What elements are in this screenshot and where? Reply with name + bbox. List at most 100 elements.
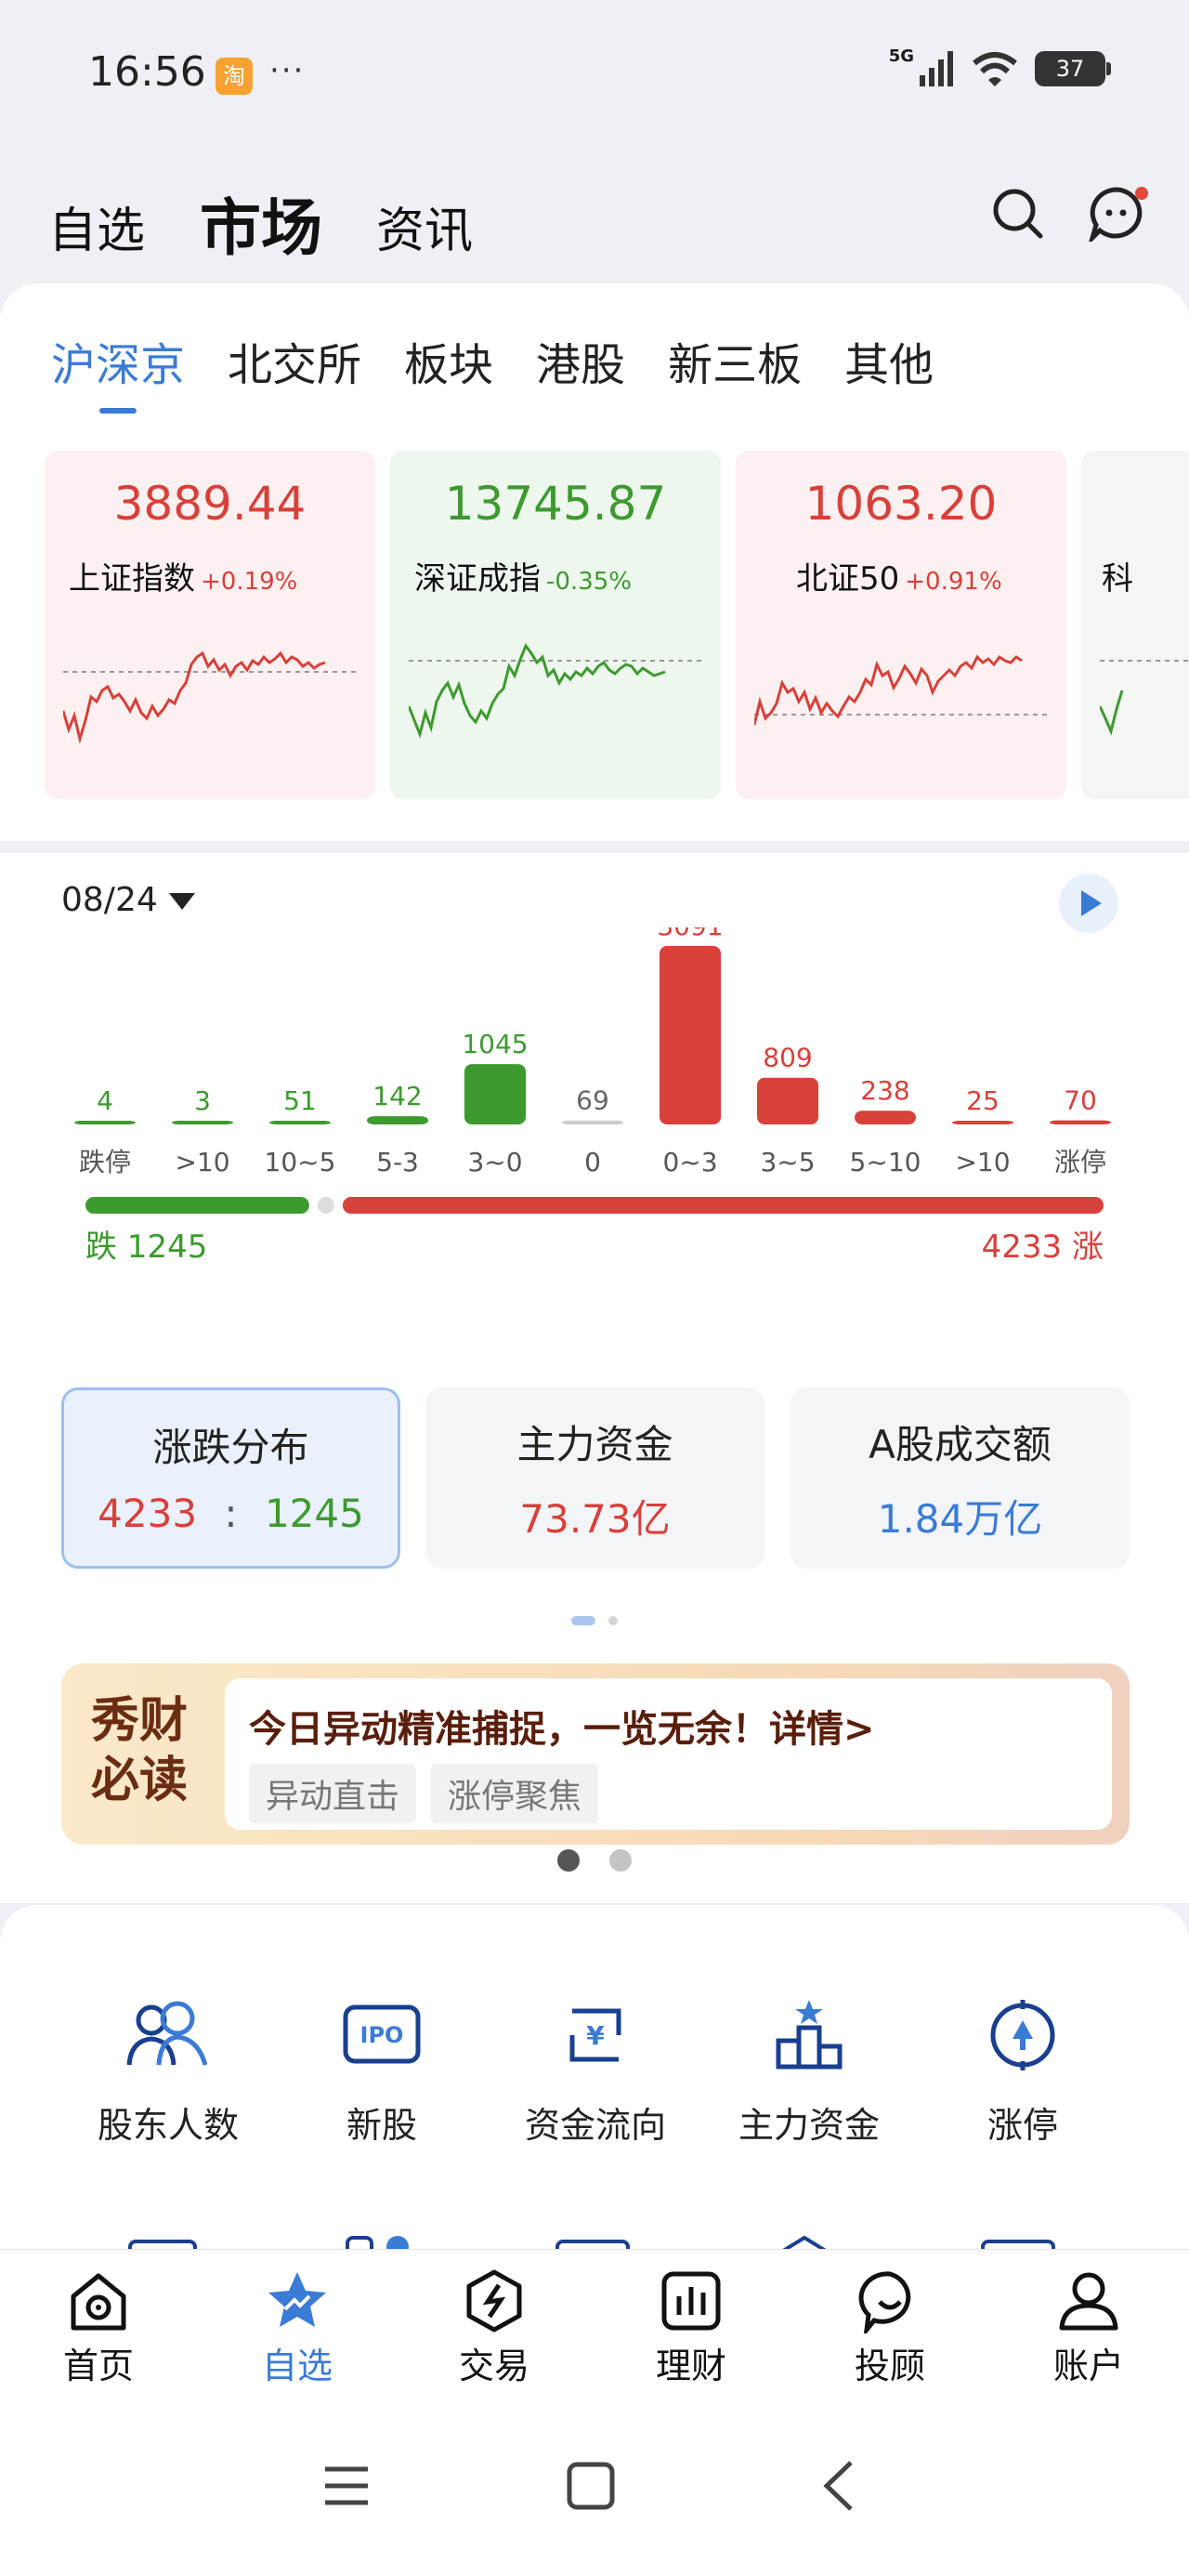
- bar-category-label: 5~10: [850, 1147, 921, 1177]
- tab-neeq[interactable]: 新三板: [668, 328, 802, 393]
- bar-value-label: 142: [372, 1081, 422, 1111]
- nav-news[interactable]: 资讯: [376, 191, 473, 261]
- banner-pager: [0, 1849, 1189, 1875]
- home-icon: [71, 2273, 126, 2331]
- rise-count-label: 4233 涨: [982, 1229, 1104, 1266]
- rise-proportion-bar: [342, 1197, 1104, 1214]
- distribution-bar: [74, 1121, 136, 1124]
- metric-pager: [0, 1610, 1189, 1628]
- tool-label: 股东人数: [97, 2105, 239, 2146]
- index-name: 科: [1102, 560, 1133, 598]
- index-name: 深证成指: [414, 560, 541, 598]
- network-type: 5G: [888, 46, 914, 66]
- fall-proportion-bar: [85, 1197, 309, 1214]
- banner-tag[interactable]: 涨停聚焦: [431, 1764, 599, 1823]
- tool-main-fund[interactable]: 主力资金: [702, 1998, 916, 2148]
- taobao-notification-icon: 淘: [216, 58, 253, 95]
- tab-account[interactable]: 账户: [1014, 2268, 1163, 2388]
- date-label: 08/24: [61, 881, 158, 919]
- metric-value: 73.73亿: [519, 1496, 671, 1542]
- index-value: 3889.44: [113, 477, 307, 531]
- promo-banner[interactable]: 秀财 必读 今日异动精准捕捉，一览无余！详情> 异动直击 涨停聚焦: [61, 1663, 1130, 1845]
- bar-value-label: 3: [194, 1085, 211, 1116]
- tab-other[interactable]: 其他: [844, 328, 934, 393]
- tab-advisor[interactable]: 投顾: [816, 2268, 964, 2388]
- search-icon[interactable]: [990, 186, 1046, 242]
- distribution-bar: [562, 1120, 623, 1124]
- bar-category-label: 10~5: [265, 1147, 336, 1177]
- flat-proportion-dot: [317, 1197, 334, 1214]
- fund-flow-icon: ¥: [569, 2008, 621, 2062]
- svg-text:IPO: IPO: [360, 2022, 404, 2048]
- tool-ipo[interactable]: IPO 新股: [275, 1998, 489, 2148]
- play-icon[interactable]: [1059, 874, 1118, 933]
- index-card-sh[interactable]: 3889.44 上证指数 +0.19%: [45, 451, 375, 799]
- back-icon[interactable]: [821, 2460, 855, 2512]
- bar-value-label: 809: [763, 1043, 812, 1073]
- metric-label: 主力资金: [516, 1422, 673, 1467]
- logo-text: 必读: [90, 1753, 188, 1808]
- date-selector[interactable]: 08/24: [61, 881, 195, 919]
- metric-up-count: 4233: [98, 1491, 198, 1536]
- bar-category-label: >10: [175, 1147, 229, 1177]
- tab-sectors[interactable]: 板块: [404, 328, 493, 393]
- index-value: 13745.87: [444, 477, 667, 531]
- bar-category-label: 跌停: [79, 1147, 131, 1177]
- status-time: 16:56: [88, 48, 206, 96]
- tab-hs-bj[interactable]: 沪深京: [51, 328, 185, 393]
- tab-home[interactable]: 首页: [24, 2268, 173, 2388]
- banner-tag[interactable]: 异动直击: [249, 1764, 417, 1823]
- menu-icon[interactable]: [323, 2465, 370, 2506]
- distribution-bar: [757, 1077, 818, 1124]
- distribution-bar: [464, 1064, 526, 1124]
- tab-label: 交易: [458, 2346, 529, 2386]
- index-card-bj50[interactable]: 1063.20 北证50 +0.91%: [736, 451, 1066, 799]
- tab-hk[interactable]: 港股: [536, 328, 625, 393]
- shareholders-icon: [126, 2001, 208, 2066]
- distribution-bar: [660, 946, 721, 1124]
- index-card-star[interactable]: 科: [1081, 451, 1189, 799]
- message-icon[interactable]: [1089, 186, 1150, 242]
- index-sparkline: [1100, 660, 1189, 736]
- trade-icon: [466, 2269, 522, 2333]
- tab-trade[interactable]: 交易: [420, 2268, 568, 2388]
- index-cards: 3889.44 上证指数 +0.19% 13745.87 深证成指 -0.35% 1…: [45, 451, 1189, 804]
- distribution-bar: [855, 1111, 916, 1124]
- index-sparkline: [63, 651, 357, 744]
- advisor-icon: [858, 2271, 911, 2333]
- bar-value-label: 70: [1064, 1085, 1097, 1116]
- tab-watchlist[interactable]: 自选: [223, 2268, 372, 2388]
- index-change: -0.35%: [546, 568, 632, 596]
- nav-market[interactable]: 市场: [200, 178, 322, 268]
- wifi-icon: [973, 52, 1017, 86]
- bar-category-label: 3~0: [467, 1147, 522, 1177]
- tool-fund-flow[interactable]: ¥ 资金流向: [489, 1998, 702, 2148]
- bar-category-label: >10: [955, 1147, 1010, 1177]
- home-button-icon[interactable]: [567, 2462, 615, 2510]
- tab-bse[interactable]: 北交所: [228, 328, 361, 393]
- chevron-down-icon: [168, 893, 195, 910]
- bar-category-label: 5-3: [376, 1147, 419, 1177]
- system-nav-bar: [0, 2393, 1189, 2576]
- distribution-card: 08/24 4 跌停 3 >10 51 10~5 142 5-3 1045 3~0 69 0 3091 0…: [0, 853, 1189, 1903]
- tab-label: 账户: [1052, 2346, 1124, 2386]
- nav-watchlist[interactable]: 自选: [48, 191, 145, 261]
- bar-value-label: 51: [283, 1085, 317, 1116]
- index-value: 1063.20: [804, 477, 998, 531]
- tab-wealth[interactable]: 理财: [617, 2268, 765, 2388]
- bar-value-label: 69: [576, 1085, 609, 1116]
- tool-shareholders[interactable]: 股东人数: [61, 1998, 275, 2148]
- star-icon: [268, 2272, 326, 2327]
- distribution-bar: [172, 1121, 233, 1124]
- bar-category-label: 0: [584, 1147, 601, 1177]
- index-sparkline: [754, 654, 1048, 726]
- index-card-sz[interactable]: 13745.87 深证成指 -0.35%: [390, 451, 721, 799]
- metric-label: 涨跌分布: [152, 1425, 309, 1470]
- tool-limit-up[interactable]: 涨停: [916, 1998, 1130, 2148]
- banner-title[interactable]: 今日异动精准捕捉，一览无余！详情>: [249, 1699, 875, 1753]
- metric-rise-fall[interactable]: 涨跌分布 4233 : 1245: [61, 1387, 400, 1569]
- logo-text: 秀财: [90, 1693, 188, 1749]
- metric-turnover[interactable]: A股成交额 1.84万亿: [790, 1387, 1130, 1569]
- main-fund-icon: [776, 2000, 843, 2070]
- metric-main-fund[interactable]: 主力资金 73.73亿: [425, 1387, 764, 1569]
